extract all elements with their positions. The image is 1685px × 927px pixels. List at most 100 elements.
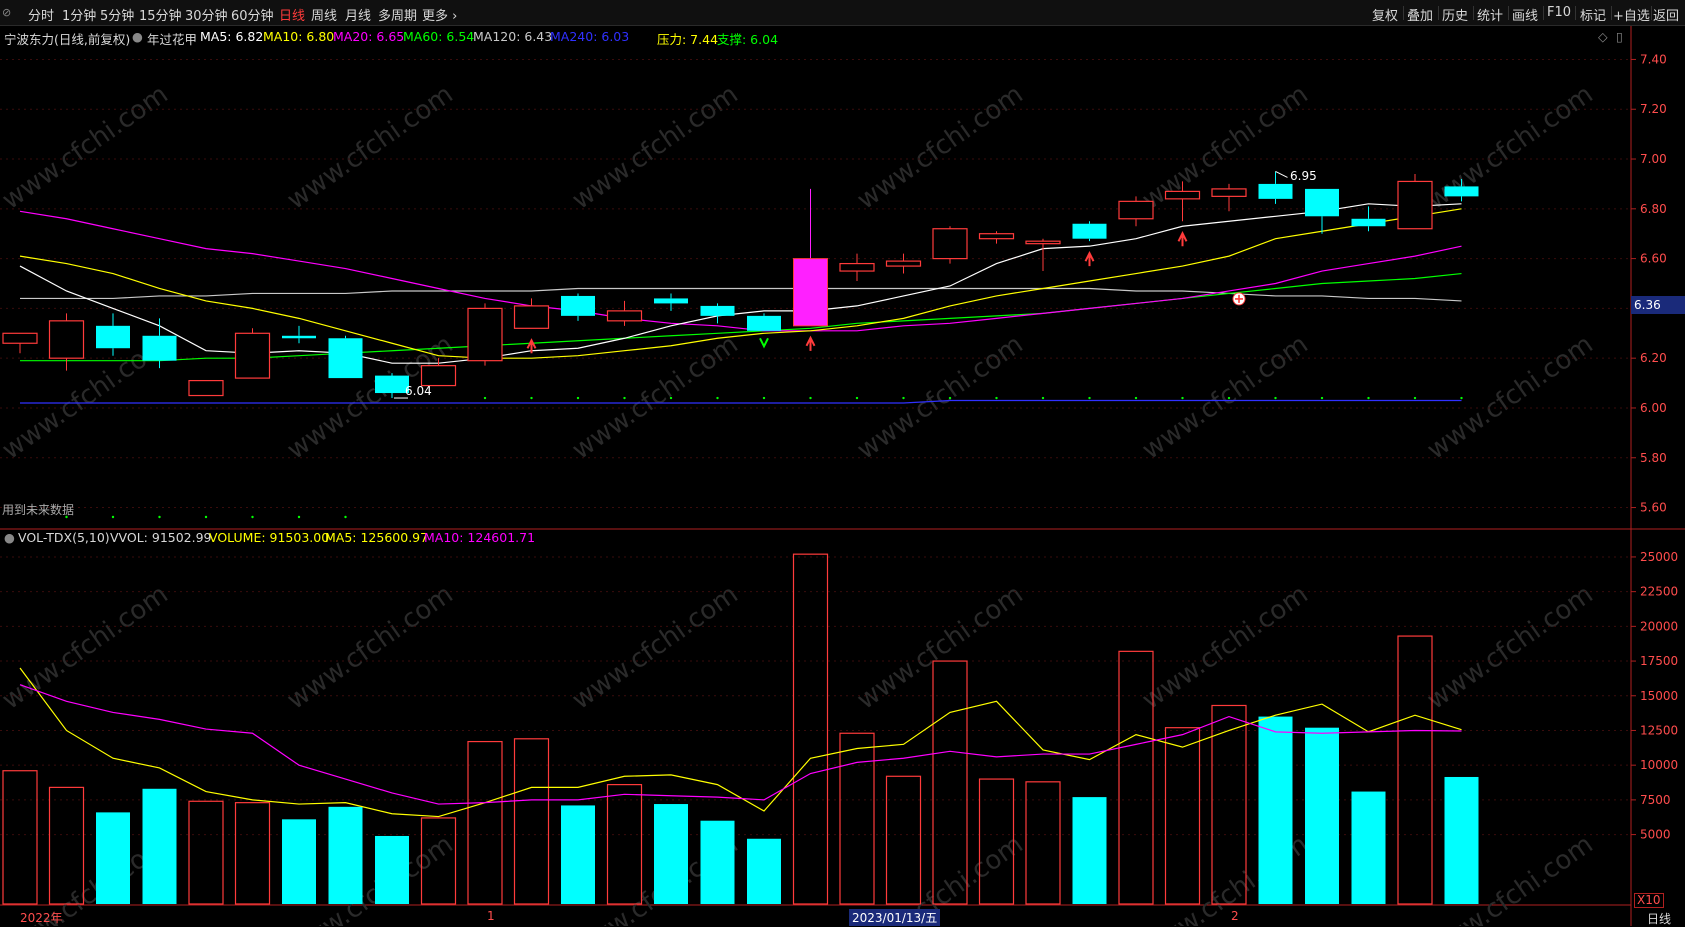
price-tick-label: 7.40	[1640, 52, 1667, 66]
candle-body	[793, 258, 828, 327]
volume-bar	[234, 802, 271, 905]
volume-bar	[1444, 776, 1479, 904]
candle-body	[1351, 218, 1386, 227]
ma-lines	[19, 203, 1462, 818]
support-dot	[1088, 396, 1091, 400]
grid-layer	[0, 58, 1636, 836]
support-dot	[1413, 396, 1417, 400]
support-dot	[483, 396, 487, 400]
price-tick-label: 7.00	[1640, 152, 1667, 166]
vol-tick-label: 25000	[1640, 550, 1678, 564]
x-label-jan: 1	[487, 909, 495, 923]
future-dot	[344, 515, 347, 519]
volume-bar	[700, 820, 735, 904]
support-dot	[1367, 396, 1370, 400]
volume-bar	[282, 819, 316, 904]
high-label: 6.95	[1290, 169, 1317, 183]
support-dot	[1227, 396, 1231, 400]
candle-body	[1072, 223, 1107, 239]
candle-body	[375, 375, 409, 394]
support-dot	[1041, 396, 1045, 400]
vol-tick-label: 5000	[1640, 828, 1671, 842]
candle-body	[142, 335, 177, 361]
support-dot	[1460, 396, 1463, 400]
vol-tick-label: 7500	[1640, 793, 1671, 807]
price-tick-label: 6.60	[1640, 252, 1667, 266]
candle-body	[234, 332, 271, 379]
vol-tick-label: 15000	[1640, 689, 1678, 703]
x-label-cursor-date: 2023/01/13/五	[849, 909, 941, 926]
volume-bar	[606, 784, 643, 905]
watermark-text: www.cfchi.com	[282, 79, 459, 215]
low-label: 6.04	[405, 384, 432, 398]
future-dot	[204, 515, 208, 519]
candle-body	[747, 315, 781, 331]
candle-body	[561, 295, 595, 316]
support-dot	[1134, 396, 1138, 400]
volume-bar	[2, 770, 38, 905]
volume-bar	[142, 788, 177, 904]
vol-tick-label: 22500	[1640, 585, 1678, 599]
candle-body	[839, 262, 875, 272]
vol-ma5-line	[19, 667, 1462, 818]
volume-bar	[792, 553, 829, 905]
volume-bar	[188, 800, 224, 905]
candle-body	[1258, 183, 1293, 199]
axis-labels: 7.407.207.006.806.606.406.206.005.805.60…	[1640, 52, 1678, 841]
candle-body	[420, 365, 457, 387]
candle-body	[2, 332, 38, 344]
candle-body	[1397, 180, 1433, 230]
candle-body	[1164, 190, 1201, 200]
support-dot	[1181, 396, 1184, 400]
future-dot	[297, 515, 301, 519]
watermark-text: www.cfchi.com	[852, 79, 1029, 215]
candle-body	[1118, 200, 1154, 220]
candle-body	[48, 320, 85, 359]
candle-body	[606, 310, 643, 322]
volume-bar	[747, 838, 781, 904]
candle-body	[1305, 188, 1339, 217]
volume-bar	[1305, 727, 1339, 904]
volume-bar	[1258, 716, 1293, 904]
volume-bar	[1397, 635, 1433, 905]
support-dot	[1274, 396, 1277, 400]
volume-bar	[1351, 791, 1386, 904]
price-tick-label: 6.00	[1640, 401, 1667, 415]
support-dot	[623, 396, 626, 400]
price-tick-label: 6.80	[1640, 202, 1667, 216]
watermark-text: www.cfchi.com	[0, 79, 174, 215]
watermark-text: www.cfchi.com	[1422, 329, 1599, 465]
future-dot	[111, 515, 115, 519]
volume-bar	[328, 806, 363, 904]
volume-bar	[561, 805, 595, 904]
x10-badge: X10	[1634, 893, 1664, 908]
candle-body	[1025, 240, 1061, 245]
watermark-text: www.cfchi.com	[567, 79, 744, 215]
watermark-text: www.cfchi.com	[1137, 329, 1314, 465]
volume-bar	[1164, 727, 1201, 905]
support-dot	[995, 396, 998, 400]
watermark-text: www.cfchi.com	[0, 579, 174, 715]
support-dot	[809, 396, 812, 400]
candle-body	[932, 228, 968, 260]
price-tick-label: 5.60	[1640, 501, 1667, 515]
support-dot	[530, 396, 533, 400]
support-dot	[669, 396, 673, 400]
support-dot	[576, 396, 580, 400]
up-arrow-signal	[1084, 250, 1095, 267]
future-data-note: 用到未来数据	[2, 503, 75, 517]
volume-bar	[885, 775, 922, 905]
future-dot	[158, 515, 161, 519]
volume-bar	[839, 732, 875, 905]
vol-ma10-line	[19, 684, 1462, 805]
watermark-text: www.cfchi.com	[852, 329, 1029, 465]
volume-bar	[1025, 781, 1061, 905]
stock-chart[interactable]: www.cfchi.com www.cfchi.com www.cfchi.com w…	[0, 0, 1685, 926]
vol-tick-label: 10000	[1640, 758, 1678, 772]
price-tick-label: 5.80	[1640, 451, 1667, 465]
candle-body	[1211, 188, 1247, 197]
support-dot	[902, 396, 905, 400]
candle-body	[513, 305, 550, 329]
future-dot	[251, 515, 254, 519]
support-dot	[716, 396, 719, 400]
